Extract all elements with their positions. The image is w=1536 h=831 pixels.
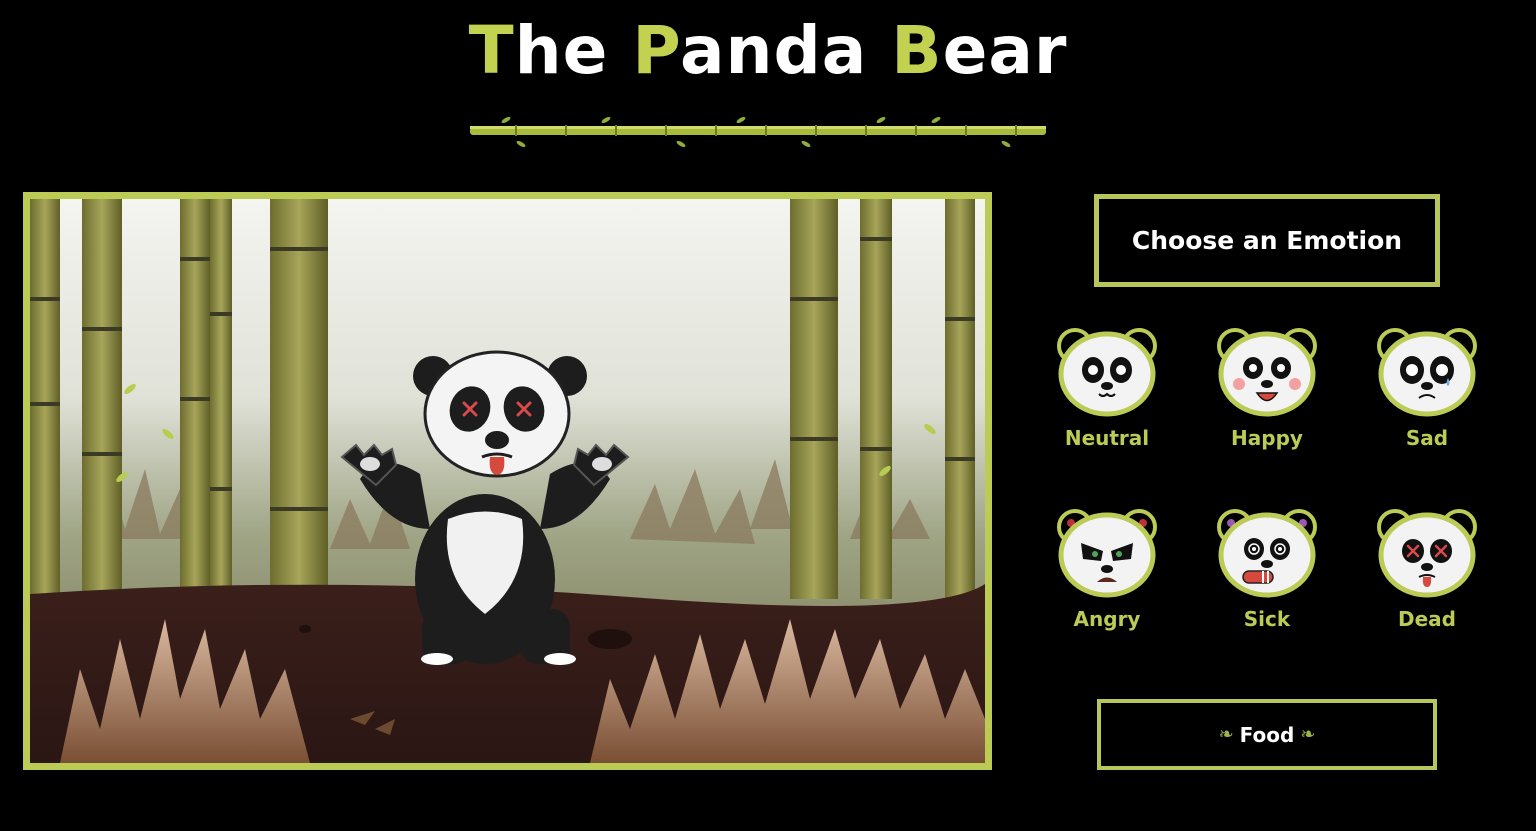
neutral-panda-face-icon xyxy=(1057,328,1157,417)
bamboo-leaf-icon: ❧ xyxy=(1218,724,1234,745)
sick-panda-face-icon xyxy=(1217,509,1317,598)
happy-panda-face-icon xyxy=(1217,328,1317,417)
sad-panda-face-icon xyxy=(1377,328,1477,417)
scene-frame xyxy=(23,192,992,770)
bamboo-forest-scene xyxy=(30,199,985,763)
emotion-button-sad[interactable]: Sad xyxy=(1367,326,1487,450)
angry-panda-face-icon xyxy=(1057,509,1157,598)
emotion-button-happy[interactable]: Happy xyxy=(1207,326,1327,450)
game-title: The Panda Bear xyxy=(468,12,1068,89)
bamboo-leaf-icon: ❧ xyxy=(1300,724,1316,745)
emotion-button-neutral[interactable]: Neutral xyxy=(1047,326,1167,450)
bamboo-divider-icon xyxy=(470,116,1046,148)
emotion-button-sick[interactable]: Sick xyxy=(1207,507,1327,631)
dead-panda-face-icon xyxy=(1377,509,1477,598)
choose-emotion-heading: Choose an Emotion xyxy=(1094,194,1440,287)
emotion-button-angry[interactable]: Angry xyxy=(1047,507,1167,631)
food-button[interactable]: ❧ Food ❧ xyxy=(1097,699,1437,770)
emotion-button-dead[interactable]: Dead xyxy=(1367,507,1487,631)
